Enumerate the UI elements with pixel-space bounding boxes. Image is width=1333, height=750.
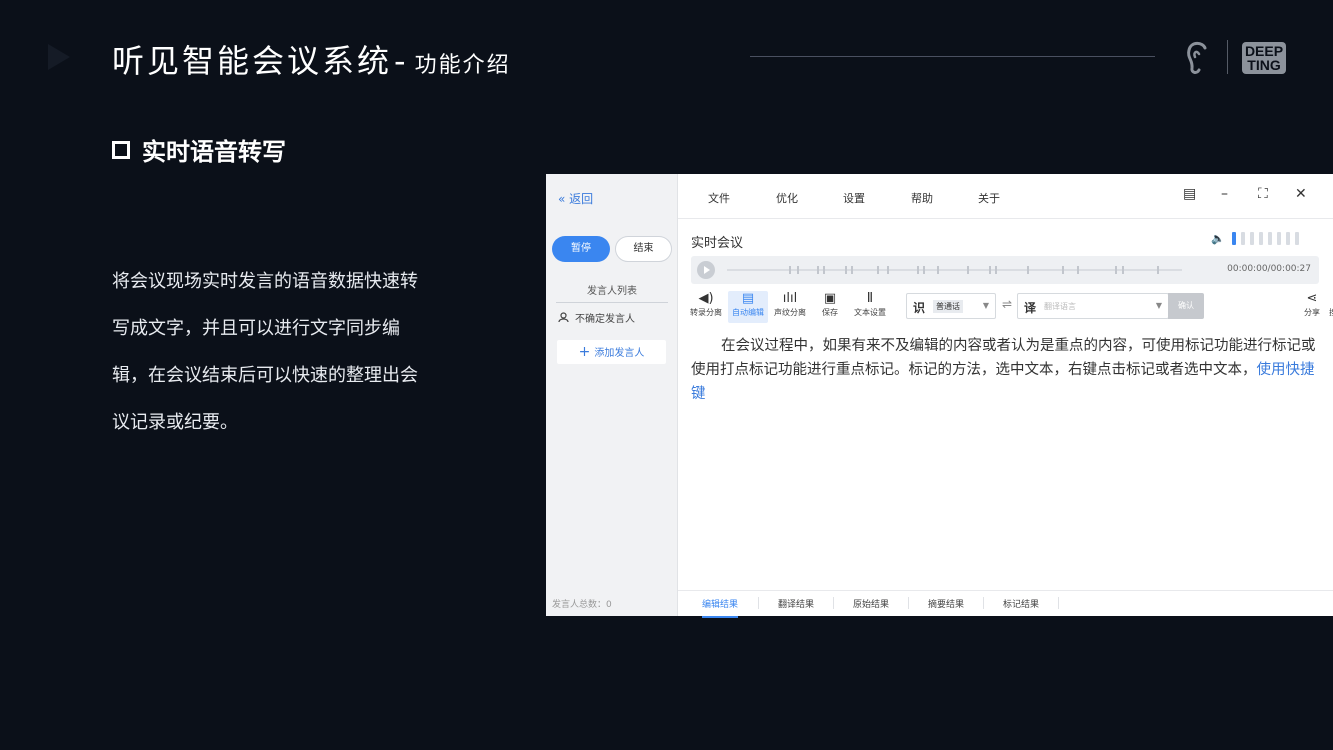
swap-icon[interactable]: ⇌ — [1002, 297, 1012, 311]
slide-subtitle: 功能介绍 — [414, 53, 511, 78]
user-icon — [558, 312, 569, 323]
minimize-icon[interactable]: – — [1221, 186, 1228, 202]
menu-bar: 文件 优化 设置 帮助 关于 ▤ – ⛶ ✕ — [678, 174, 1333, 219]
description-text: 将会议现场实时发言的语音数据快速转写成文字，并且可以进行文字同步编辑，在会议结束… — [112, 271, 418, 433]
speaker-icon: ◀) — [698, 291, 714, 306]
volume-icon[interactable]: 🔈 — [1211, 232, 1225, 245]
save-button[interactable]: ▣ 保存 — [810, 291, 850, 318]
plus-icon: + — [578, 344, 591, 360]
speaker-separate-button[interactable]: ◀) 转录分离 — [686, 291, 726, 318]
speaker-count: 发言人总数：0 — [552, 600, 612, 610]
voiceprint-button[interactable]: ılıl 声纹分离 — [770, 291, 810, 318]
tab-edit-result[interactable]: 编辑结果 — [702, 597, 739, 618]
maximize-icon[interactable]: ⛶ — [1258, 186, 1268, 202]
play-logo-icon — [48, 44, 70, 70]
ear-logo-icon — [1187, 41, 1207, 74]
document-icon: ▤ — [741, 291, 755, 306]
unknown-speaker-item[interactable]: 不确定发言人 — [558, 310, 635, 325]
menu-help[interactable]: 帮助 — [911, 190, 933, 206]
square-bullet-icon — [112, 140, 130, 159]
end-button[interactable]: 结束 — [615, 236, 672, 262]
player-time: 00:00:00/00:00:27 — [1227, 264, 1311, 274]
recognition-language-select[interactable]: 识 普通话 ▼ — [906, 293, 996, 319]
play-icon[interactable] — [697, 261, 715, 279]
pause-button[interactable]: 暂停 — [552, 236, 610, 262]
tab-mark-result[interactable]: 标记结果 — [1003, 597, 1039, 616]
chevron-down-icon: ▼ — [982, 301, 989, 310]
menu-settings[interactable]: 设置 — [843, 190, 865, 206]
meeting-title: 实时会议 — [691, 236, 744, 251]
toolbar: ◀) 转录分离 ▤ 自动编辑 ılıl 声纹分离 ▣ 保存 Ⅱ 文本设置 识 普通话 ▼ … — [686, 291, 1333, 325]
text-settings-button[interactable]: Ⅱ 文本设置 — [850, 291, 890, 318]
app-window: « 返回 暂停 结束 发言人列表 不确定发言人 + 添加发言人 发言人总数：0 文… — [546, 174, 1333, 618]
brand-logo: DEEP TING — [1242, 42, 1286, 74]
translation-language-select[interactable]: 译 翻译语言 ▼ — [1017, 293, 1169, 319]
speaker-list-title: 发言人列表 — [556, 282, 668, 303]
add-speaker-button[interactable]: + 添加发言人 — [557, 340, 666, 364]
result-tabs: 编辑结果 翻译结果 原始结果 摘要结果 标记结果 — [678, 590, 1333, 618]
tab-original-result[interactable]: 原始结果 — [853, 597, 889, 616]
search-button[interactable]: ⌕搜索 — [1327, 291, 1333, 318]
search-icon: ⌕ — [1327, 291, 1333, 307]
header-divider — [750, 56, 1155, 57]
volume-meter — [1232, 232, 1299, 245]
menu-optimize[interactable]: 优化 — [776, 190, 798, 206]
confirm-button[interactable]: 确认 — [1168, 293, 1204, 319]
notes-icon[interactable]: ▤ — [1183, 186, 1196, 202]
menu-file[interactable]: 文件 — [708, 190, 730, 206]
waveform[interactable] — [727, 266, 1182, 274]
waveform-icon: ılıl — [782, 291, 798, 306]
close-icon[interactable]: ✕ — [1295, 186, 1307, 202]
sidebar: « 返回 暂停 结束 发言人列表 不确定发言人 + 添加发言人 发言人总数：0 — [546, 174, 678, 616]
chevron-down-icon: ▼ — [1155, 301, 1162, 310]
save-icon: ▣ — [823, 291, 837, 306]
menu-about[interactable]: 关于 — [978, 190, 1000, 206]
text-icon: Ⅱ — [866, 291, 874, 306]
share-icon: ⋖ — [1306, 291, 1318, 306]
back-button[interactable]: « 返回 — [558, 190, 593, 207]
tab-translate-result[interactable]: 翻译结果 — [778, 597, 814, 616]
audio-player: 00:00:00/00:00:27 — [691, 256, 1319, 284]
auto-edit-button[interactable]: ▤ 自动编辑 — [728, 291, 768, 323]
transcript-text[interactable]: 在会议过程中，如果有来不及编辑的内容或者认为是重点的内容，可使用标记功能进行标记… — [691, 334, 1316, 406]
section-title: 实时语音转写 — [112, 132, 286, 167]
share-button[interactable]: ⋖ 分享 — [1292, 291, 1332, 318]
brand-divider — [1227, 40, 1228, 74]
slide-title: 听见智能会议系统- 功能介绍 — [112, 42, 511, 80]
tab-summary-result[interactable]: 摘要结果 — [928, 597, 964, 616]
